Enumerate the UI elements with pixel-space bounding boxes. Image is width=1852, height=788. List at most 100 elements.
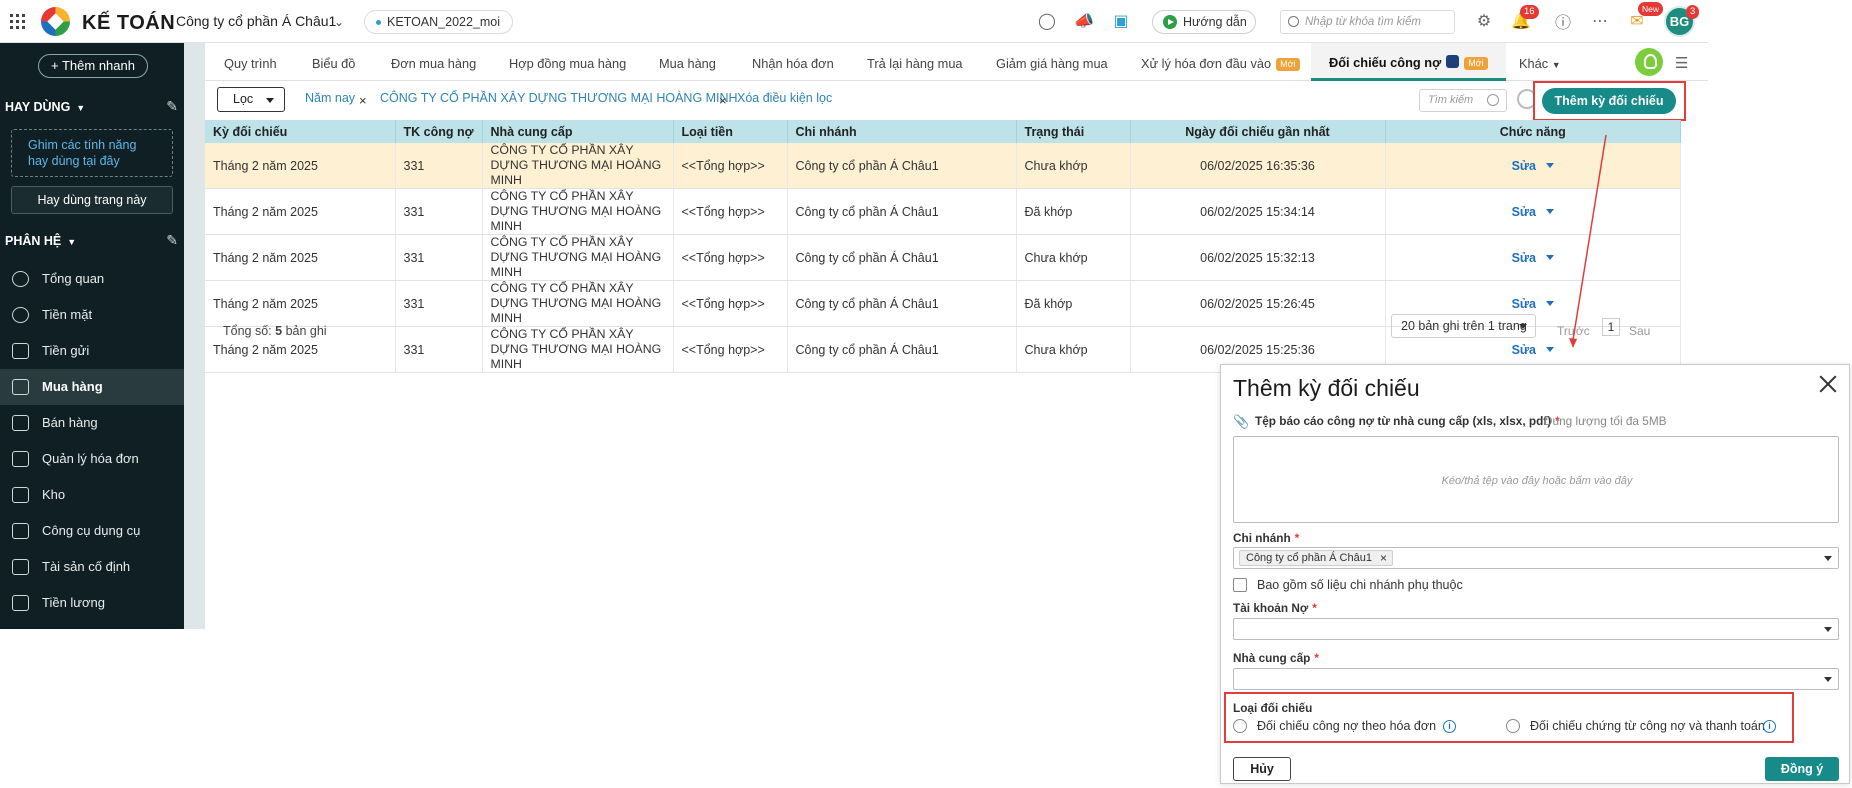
- tools-icon: [12, 523, 29, 539]
- sidebar-item-tien-mat[interactable]: Tiền mặt: [0, 297, 184, 333]
- cell-account: 331: [395, 326, 483, 373]
- column-header[interactable]: Loại tiền: [673, 120, 788, 143]
- tab-hop-dong-mua-hang[interactable]: Hợp đồng mua hàng: [509, 43, 626, 81]
- tab-don-mua-hang[interactable]: Đơn mua hàng: [391, 43, 476, 81]
- more-icon[interactable]: ⋯: [1589, 10, 1611, 32]
- sidebar-item-ban-hang[interactable]: Bán hàng: [0, 405, 184, 441]
- tab-tra-lai-hang-mua[interactable]: Trả lại hàng mua: [867, 43, 963, 81]
- column-header[interactable]: TK công nợ: [395, 120, 483, 143]
- quick-add-button[interactable]: + Thêm nhanh: [38, 54, 148, 78]
- sidebar-item-tien-gui[interactable]: Tiền gửi: [0, 333, 184, 369]
- gear-icon[interactable]: ⚙: [1473, 10, 1495, 32]
- debit-account-select[interactable]: [1233, 618, 1839, 640]
- file-dropzone[interactable]: Kéo/thả tệp vào đây hoặc bấm vào đây: [1233, 436, 1839, 523]
- supplier-select[interactable]: [1233, 668, 1839, 690]
- modules-header[interactable]: PHÂN HỆ ▼: [5, 234, 76, 248]
- close-icon[interactable]: ×: [719, 93, 727, 108]
- cell-period: Tháng 2 năm 2025: [205, 280, 396, 327]
- caret-down-icon[interactable]: [1545, 162, 1554, 168]
- cell-action: Sửa: [1385, 234, 1681, 281]
- table-row[interactable]: Tháng 2 năm 2025 331 CÔNG TY CỔ PHẦN XÂY…: [205, 234, 1681, 281]
- tab-xu-ly-hoa-don-dau-vao[interactable]: Xử lý hóa đơn đầu vào Mới: [1141, 43, 1300, 81]
- edit-button[interactable]: Sửa: [1512, 343, 1554, 357]
- cart-icon: [12, 415, 29, 431]
- include-dependent-label: Bao gồm số liệu chi nhánh phụ thuộc: [1257, 578, 1463, 592]
- favorites-header[interactable]: HAY DÙNG ▼: [5, 100, 85, 114]
- tab-mua-hang[interactable]: Mua hàng: [659, 43, 716, 81]
- column-header[interactable]: Ngày đối chiếu gần nhất: [1130, 120, 1386, 143]
- invoice-icon: [12, 451, 29, 467]
- help-icon[interactable]: ⓘ: [1552, 10, 1574, 32]
- cell-supplier: CÔNG TY CỔ PHẦN XÂY DỰNG THƯƠNG MẠI HOÀN…: [482, 326, 674, 373]
- cell-supplier: CÔNG TY CỔ PHẦN XÂY DỰNG THƯƠNG MẠI HOÀN…: [482, 280, 674, 327]
- current-page[interactable]: 1: [1602, 318, 1620, 336]
- column-header[interactable]: Kỳ đối chiếu: [205, 120, 396, 143]
- page-size-select[interactable]: 20 bản ghi trên 1 trang: [1391, 314, 1536, 338]
- caret-down-icon[interactable]: [1545, 254, 1554, 260]
- caret-down-icon[interactable]: [1545, 208, 1554, 214]
- include-dependent-checkbox[interactable]: [1233, 578, 1247, 592]
- use-this-page-button[interactable]: Hay dùng trang này: [11, 186, 173, 214]
- tab-bieu-do[interactable]: Biểu đồ: [312, 43, 355, 81]
- close-icon[interactable]: ×: [359, 93, 367, 108]
- edit-button[interactable]: Sửa: [1512, 251, 1554, 265]
- lightbulb-icon[interactable]: [1635, 48, 1663, 76]
- sidebar-item-tong-quan[interactable]: Tổng quan: [0, 261, 184, 297]
- clear-filters-link[interactable]: Xóa điều kiện lọc: [737, 91, 832, 105]
- ok-button[interactable]: Đồng ý: [1765, 757, 1839, 781]
- tab-quy-trinh[interactable]: Quy trình: [224, 43, 277, 81]
- list-search-input[interactable]: Tìm kiếm: [1419, 89, 1507, 112]
- record-total: Tổng số: 5 bản ghi: [223, 324, 327, 338]
- next-page-button[interactable]: Sau: [1629, 324, 1650, 338]
- sidebar-item-quan-ly-hoa-don[interactable]: Quản lý hóa đơn: [0, 441, 184, 477]
- column-header[interactable]: Trạng thái: [1016, 120, 1131, 143]
- table-row[interactable]: Tháng 2 năm 2025 331 CÔNG TY CỔ PHẦN XÂY…: [205, 188, 1681, 235]
- megaphone-icon[interactable]: 📣: [1073, 10, 1095, 32]
- tab-khac[interactable]: Khác ▼: [1519, 43, 1561, 81]
- edit-button[interactable]: Sửa: [1512, 159, 1554, 173]
- edit-label: Sửa: [1511, 250, 1536, 265]
- company-selector[interactable]: Công ty cổ phần Á Châu1: [176, 13, 336, 29]
- sidebar-item-mua-hang[interactable]: Mua hàng: [0, 369, 184, 405]
- image-icon[interactable]: ▣: [1110, 10, 1132, 32]
- column-header[interactable]: Nhà cung cấp: [482, 120, 674, 143]
- edit-button[interactable]: Sửa: [1512, 297, 1554, 311]
- cancel-button[interactable]: Hủy: [1233, 757, 1291, 781]
- tab-doi-chieu-cong-no[interactable]: Đối chiếu công nợ Mới: [1311, 43, 1506, 81]
- sidebar-item-tien-luong[interactable]: Tiền lương: [0, 585, 184, 621]
- table-row[interactable]: Tháng 2 năm 2025 331 CÔNG TY CỔ PHẦN XÂY…: [205, 143, 1681, 189]
- close-icon[interactable]: ×: [1380, 551, 1387, 565]
- guide-button[interactable]: Hướng dẫn: [1152, 10, 1256, 34]
- filter-chip-supplier[interactable]: CÔNG TY CỔ PHẦN XÂY DỰNG THƯƠNG MẠI HOÀN…: [380, 91, 738, 105]
- close-icon[interactable]: [1817, 373, 1839, 395]
- sidebar-item-label: Tiền gửi: [42, 343, 90, 358]
- edit-favorites-icon[interactable]: ✎: [166, 98, 178, 115]
- shopping-bag-icon: [12, 379, 29, 395]
- global-search-input[interactable]: Nhập từ khóa tìm kiếm: [1280, 10, 1455, 34]
- sidebar-item-kho[interactable]: Kho: [0, 477, 184, 513]
- caret-down-icon[interactable]: [1545, 346, 1554, 352]
- app-grid-icon[interactable]: [10, 14, 25, 29]
- prev-page-button[interactable]: Trước: [1557, 324, 1590, 338]
- filter-button[interactable]: Lọc: [217, 87, 285, 112]
- download-icon[interactable]: ◯: [1036, 10, 1058, 32]
- filter-chip-year[interactable]: Năm nay: [305, 91, 355, 105]
- branch-select[interactable]: Công ty cổ phần Á Châu1 ×: [1233, 547, 1839, 569]
- tab-nhan-hoa-don[interactable]: Nhận hóa đơn: [752, 43, 834, 81]
- caret-down-icon: [1824, 556, 1832, 561]
- sidebar-item-cong-cu-dung-cu[interactable]: Công cụ dụng cụ: [0, 513, 184, 549]
- sidebar-item-label: Mua hàng: [42, 379, 103, 394]
- chevron-down-icon[interactable]: ⌄: [334, 15, 344, 29]
- cell-status: Chưa khớp: [1016, 326, 1131, 373]
- column-header[interactable]: Chi nhánh: [787, 120, 1017, 143]
- edit-button[interactable]: Sửa: [1512, 205, 1554, 219]
- caret-down-icon[interactable]: [1545, 300, 1554, 306]
- column-settings-icon[interactable]: ☰: [1675, 54, 1688, 72]
- database-selector[interactable]: KETOAN_2022_moi: [364, 10, 514, 34]
- cell-action: Sửa: [1385, 143, 1681, 189]
- tab-giam-gia-hang-mua[interactable]: Giảm giá hàng mua: [996, 43, 1108, 81]
- sidebar-item-tai-san-co-dinh[interactable]: Tài sản cố định: [0, 549, 184, 585]
- cell-branch: Công ty cổ phần Á Châu1: [787, 280, 1017, 327]
- dropzone-text: Kéo/thả tệp vào đây hoặc bấm vào đây: [1441, 475, 1633, 487]
- edit-modules-icon[interactable]: ✎: [166, 232, 178, 249]
